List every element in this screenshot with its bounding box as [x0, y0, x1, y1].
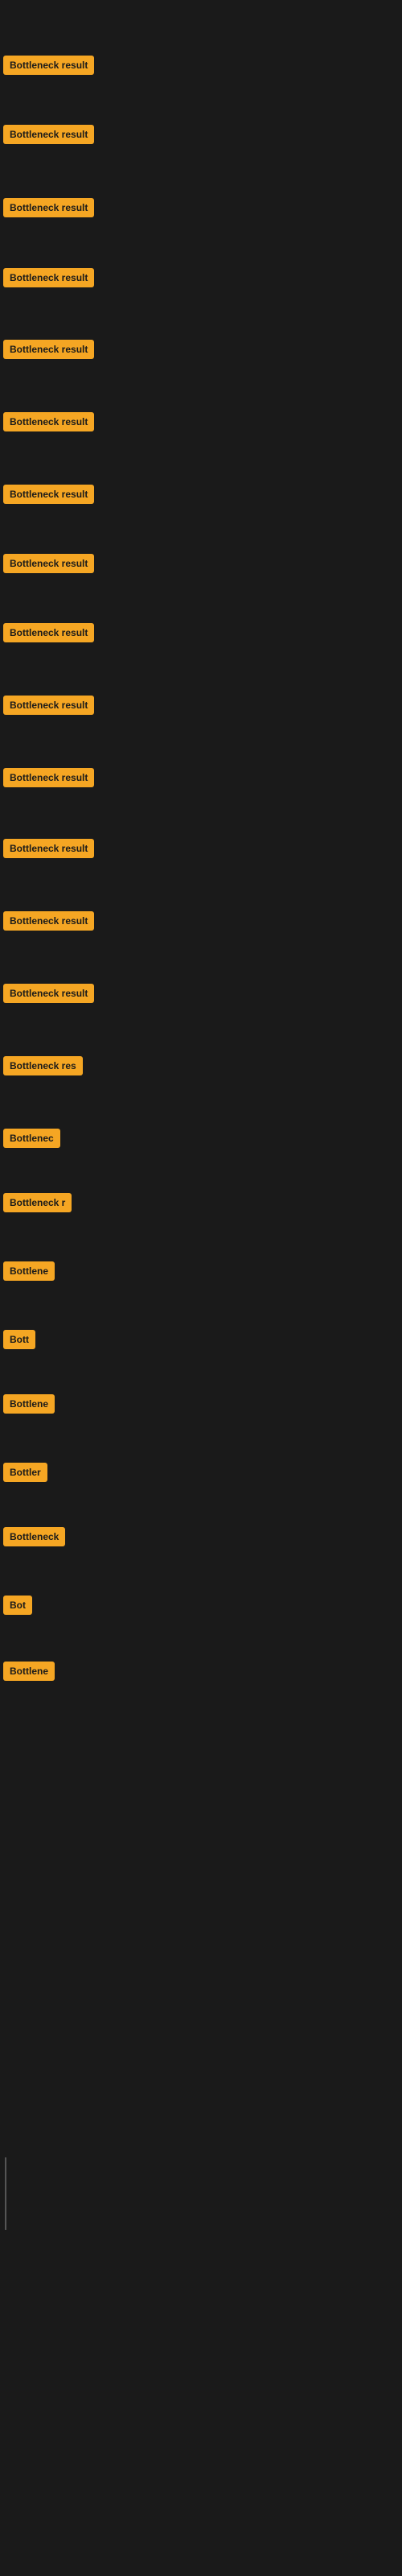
bottleneck-badge[interactable]: Bottleneck result [3, 268, 94, 287]
bottleneck-badge[interactable]: Bottleneck result [3, 911, 94, 931]
bottleneck-row-24: Bottlene [0, 1662, 402, 1685]
bottleneck-row-14: Bottleneck result [0, 984, 402, 1007]
bottleneck-row-15: Bottleneck res [0, 1056, 402, 1080]
bottleneck-badge[interactable]: Bottleneck result [3, 984, 94, 1003]
vertical-line [5, 2157, 6, 2230]
bottleneck-row-22: Bottleneck [0, 1527, 402, 1550]
site-header [0, 0, 402, 10]
bottleneck-badge[interactable]: Bottleneck result [3, 198, 94, 217]
bottleneck-badge[interactable]: Bottleneck result [3, 623, 94, 642]
bottleneck-row-20: Bottlene [0, 1394, 402, 1418]
bottleneck-badge[interactable]: Bottleneck result [3, 696, 94, 715]
bottleneck-row-3: Bottleneck result [0, 198, 402, 221]
bottleneck-badge[interactable]: Bottleneck [3, 1527, 65, 1546]
bottleneck-row-21: Bottler [0, 1463, 402, 1486]
bottleneck-row-8: Bottleneck result [0, 554, 402, 577]
bottleneck-badge[interactable]: Bott [3, 1330, 35, 1349]
bottleneck-row-17: Bottleneck r [0, 1193, 402, 1216]
bottleneck-badge[interactable]: Bottleneck result [3, 768, 94, 787]
bottleneck-row-5: Bottleneck result [0, 340, 402, 363]
bottleneck-badge[interactable]: Bottleneck result [3, 340, 94, 359]
bottleneck-badge[interactable]: Bottlene [3, 1394, 55, 1414]
bottleneck-row-7: Bottleneck result [0, 485, 402, 508]
bottleneck-badge[interactable]: Bottleneck result [3, 485, 94, 504]
bottleneck-badge[interactable]: Bottleneck r [3, 1193, 72, 1212]
bottleneck-badge[interactable]: Bottleneck result [3, 554, 94, 573]
bottleneck-row-2: Bottleneck result [0, 125, 402, 148]
bottleneck-badge[interactable]: Bottlene [3, 1662, 55, 1681]
bottleneck-row-9: Bottleneck result [0, 623, 402, 646]
page-container: Bottleneck result Bottleneck result Bottle… [0, 0, 402, 2576]
bottleneck-row-19: Bott [0, 1330, 402, 1353]
bottleneck-row-18: Bottlene [0, 1261, 402, 1285]
bottleneck-badge[interactable]: Bot [3, 1596, 32, 1615]
bottleneck-row-23: Bot [0, 1596, 402, 1619]
bottleneck-badge[interactable]: Bottler [3, 1463, 47, 1482]
bottleneck-row-12: Bottleneck result [0, 839, 402, 862]
bottleneck-row-10: Bottleneck result [0, 696, 402, 719]
bottleneck-badge[interactable]: Bottlene [3, 1261, 55, 1281]
bottleneck-badge[interactable]: Bottleneck result [3, 125, 94, 144]
bottleneck-row-13: Bottleneck result [0, 911, 402, 935]
items-container: Bottleneck result Bottleneck result Bottle… [0, 10, 402, 1781]
bottleneck-badge[interactable]: Bottlenec [3, 1129, 60, 1148]
bottleneck-row-6: Bottleneck result [0, 412, 402, 436]
bottleneck-badge[interactable]: Bottleneck res [3, 1056, 83, 1075]
bottleneck-row-16: Bottlenec [0, 1129, 402, 1152]
bottleneck-badge[interactable]: Bottleneck result [3, 839, 94, 858]
bottleneck-badge[interactable]: Bottleneck result [3, 412, 94, 431]
bottleneck-row-4: Bottleneck result [0, 268, 402, 291]
bottleneck-badge[interactable]: Bottleneck result [3, 56, 94, 75]
bottleneck-row-11: Bottleneck result [0, 768, 402, 791]
bottleneck-row-1: Bottleneck result [0, 56, 402, 79]
